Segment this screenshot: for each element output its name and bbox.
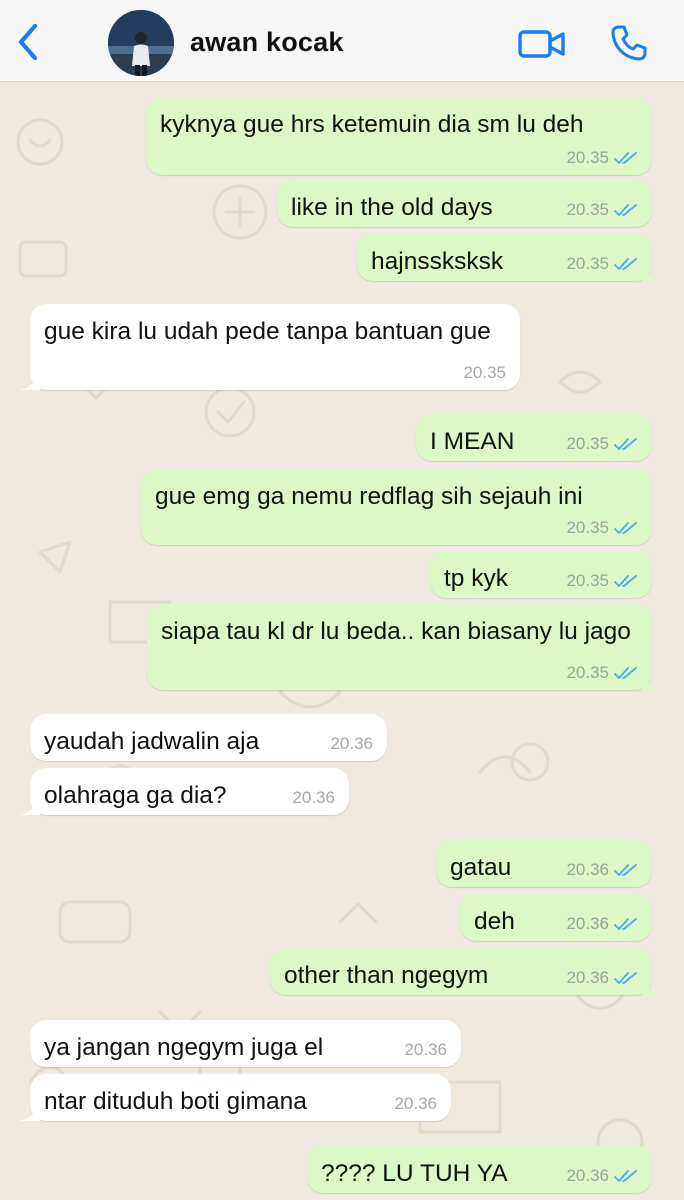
avatar-photo	[108, 10, 174, 76]
message-meta: 20.35	[463, 363, 506, 383]
message-time: 20.36	[566, 968, 609, 987]
message-bubble-incoming[interactable]: ntar dituduh boti gimana 20.36	[20, 1074, 451, 1121]
message-meta: 20.36	[330, 734, 373, 754]
voice-call-button[interactable]	[606, 20, 652, 66]
double-check-icon	[614, 258, 637, 270]
message-meta: 20.36	[566, 968, 638, 988]
bubble-tail	[20, 795, 40, 815]
message-meta: 20.36	[566, 860, 638, 880]
message-bubble-outgoing[interactable]: I MEAN 20.35	[416, 414, 652, 461]
message-time: 20.35	[566, 200, 609, 219]
message-text: ntar dituduh boti gimana	[44, 1088, 307, 1115]
bubble-tail	[642, 670, 662, 690]
message-bubble-outgoing[interactable]: kyknya gue hrs ketemuin dia sm lu deh 20…	[146, 97, 652, 175]
message-meta: 20.35	[566, 434, 638, 454]
message-bubble-outgoing[interactable]: deh 20.36	[460, 894, 652, 941]
message-meta: 20.36	[394, 1094, 437, 1114]
message-time: 20.36	[292, 788, 335, 807]
message-meta: 20.36	[566, 914, 638, 934]
message-bubble-incoming[interactable]: gue kira lu udah pede tanpa bantuan gue …	[20, 304, 520, 390]
double-check-icon	[614, 667, 637, 679]
bubble-tail	[642, 975, 662, 995]
chevron-left-icon	[18, 23, 38, 61]
message-time: 20.36	[330, 734, 373, 753]
message-bubble-outgoing[interactable]: like in the old days 20.35	[277, 180, 652, 227]
message-bubble-outgoing[interactable]: gatau 20.36	[436, 840, 652, 887]
message-bubble-incoming[interactable]: ya jangan ngegym juga el 20.36	[30, 1020, 461, 1067]
message-time: 20.36	[566, 1166, 609, 1185]
message-text: siapa tau kl dr lu beda.. kan biasany lu…	[161, 618, 631, 645]
double-check-icon	[614, 522, 637, 534]
message-time: 20.35	[566, 663, 609, 682]
message-text: kyknya gue hrs ketemuin dia sm lu deh	[160, 111, 584, 138]
message-bubble-outgoing[interactable]: gue emg ga nemu redflag sih sejauh ini 2…	[141, 469, 652, 545]
message-text: gue emg ga nemu redflag sih sejauh ini	[155, 483, 583, 510]
message-time: 20.35	[566, 254, 609, 273]
message-time: 20.35	[566, 434, 609, 453]
message-bubble-outgoing[interactable]: other than ngegym 20.36	[270, 948, 662, 995]
message-meta: 20.36	[292, 788, 335, 808]
double-check-icon	[614, 864, 637, 876]
message-text: gue kira lu udah pede tanpa bantuan gue	[44, 318, 491, 345]
message-time: 20.36	[394, 1094, 437, 1113]
bubble-tail	[20, 370, 40, 390]
phone-icon	[611, 25, 647, 61]
double-check-icon	[614, 972, 637, 984]
avatar[interactable]	[108, 10, 174, 76]
bubble-tail	[20, 1101, 40, 1121]
message-meta: 20.35	[566, 254, 638, 274]
message-bubble-outgoing[interactable]: ???? LU TUH YA 20.36	[307, 1146, 652, 1193]
message-bubble-incoming[interactable]: yaudah jadwalin aja 20.36	[30, 714, 387, 761]
message-meta: 20.35	[566, 148, 638, 168]
bubble-tail	[642, 261, 662, 281]
contact-name[interactable]: awan kocak	[190, 27, 344, 58]
video-call-button[interactable]	[514, 24, 570, 64]
message-bubble-outgoing[interactable]: siapa tau kl dr lu beda.. kan biasany lu…	[147, 604, 662, 690]
message-meta: 20.35	[566, 571, 638, 591]
double-check-icon	[614, 152, 637, 164]
message-time: 20.35	[566, 571, 609, 590]
message-bubble-outgoing[interactable]: hajnssksksk 20.35	[357, 234, 662, 281]
message-bubble-incoming[interactable]: olahraga ga dia? 20.36	[20, 768, 349, 815]
message-time: 20.36	[404, 1040, 447, 1059]
message-time: 20.36	[566, 914, 609, 933]
message-meta: 20.35	[566, 518, 638, 538]
double-check-icon	[614, 918, 637, 930]
message-time: 20.36	[566, 860, 609, 879]
message-time: 20.35	[463, 363, 506, 382]
back-button[interactable]	[10, 20, 46, 64]
double-check-icon	[614, 1170, 637, 1182]
message-bubble-outgoing[interactable]: tp kyk 20.35	[430, 551, 652, 598]
message-meta: 20.35	[566, 200, 638, 220]
message-time: 20.35	[566, 518, 609, 537]
message-meta: 20.35	[566, 663, 638, 683]
chat-header: awan kocak	[0, 0, 684, 82]
message-meta: 20.36	[566, 1166, 638, 1186]
message-meta: 20.36	[404, 1040, 447, 1060]
message-text: ya jangan ngegym juga el	[44, 1034, 324, 1061]
video-camera-icon	[518, 30, 565, 58]
double-check-icon	[614, 575, 637, 587]
double-check-icon	[614, 204, 637, 216]
message-list[interactable]: kyknya gue hrs ketemuin dia sm lu deh 20…	[0, 82, 684, 1200]
double-check-icon	[614, 438, 637, 450]
message-time: 20.35	[566, 148, 609, 167]
